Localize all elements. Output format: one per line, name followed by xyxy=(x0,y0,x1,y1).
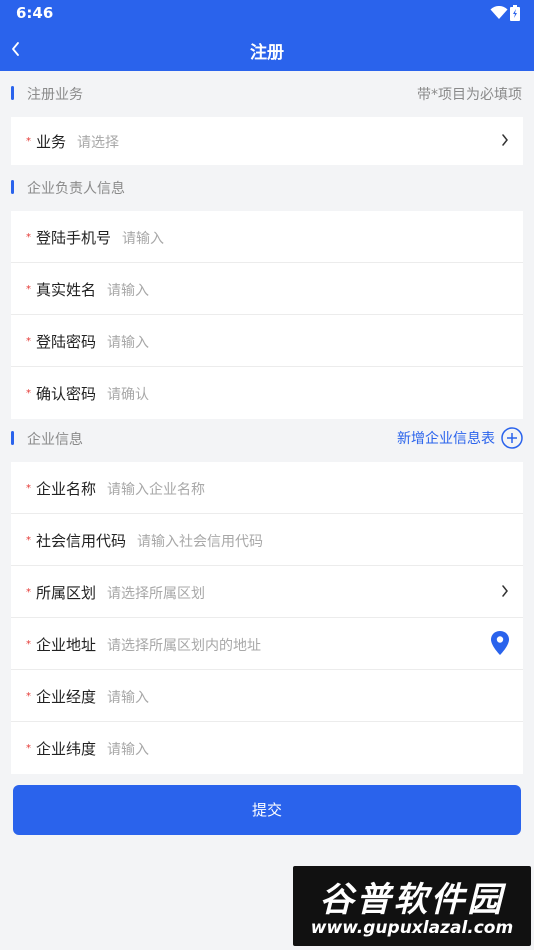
company-info-card: * 企业名称 请输入企业名称 * 社会信用代码 请输入社会信用代码 * 所属区划… xyxy=(11,462,523,774)
field-label: 真实姓名 xyxy=(36,281,97,299)
realname-input[interactable]: 请输入 xyxy=(107,280,149,300)
field-label: 企业名称 xyxy=(36,480,97,498)
longitude-row[interactable]: * 企业经度 请输入 xyxy=(11,670,523,722)
credit-code-input[interactable]: 请输入社会信用代码 xyxy=(137,531,263,551)
field-label: 企业地址 xyxy=(36,636,97,654)
owner-info-card: * 登陆手机号 请输入 * 真实姓名 请输入 * 登陆密码 请输入 * 确认密码… xyxy=(11,211,523,419)
section-title: 注册业务 xyxy=(27,87,83,103)
credit-code-row[interactable]: * 社会信用代码 请输入社会信用代码 xyxy=(11,514,523,566)
region-row[interactable]: * 所属区划 请选择所属区划 xyxy=(11,566,523,618)
required-mark: * xyxy=(26,284,31,295)
chevron-right-icon xyxy=(502,134,508,146)
field-label: 所属区划 xyxy=(36,584,97,602)
field-label: 确认密码 xyxy=(36,385,97,403)
field-label: 社会信用代码 xyxy=(36,532,127,550)
add-company-form-link[interactable]: 新增企业信息表 xyxy=(397,425,523,451)
business-select-row[interactable]: * 业务 请选择 xyxy=(11,117,523,165)
location-pin-icon[interactable] xyxy=(490,630,510,656)
watermark-url: www.gupuxlazal.com xyxy=(310,918,514,938)
realname-row[interactable]: * 真实姓名 请输入 xyxy=(11,263,523,315)
status-time: 6:46 xyxy=(16,4,54,22)
password-input[interactable]: 请输入 xyxy=(107,332,149,352)
address-row[interactable]: * 企业地址 请选择所属区划内的地址 xyxy=(11,618,523,670)
watermark-title: 谷普软件园 xyxy=(319,880,505,920)
required-mark: * xyxy=(26,691,31,702)
section-header-company: 企业信息 新增企业信息表 xyxy=(0,416,534,462)
latitude-input[interactable]: 请输入 xyxy=(107,739,149,759)
password-row[interactable]: * 登陆密码 请输入 xyxy=(11,315,523,367)
required-mark: * xyxy=(26,743,31,754)
battery-icon xyxy=(510,5,520,21)
field-label: 登陆手机号 xyxy=(36,229,112,247)
required-mark: * xyxy=(26,388,31,399)
wifi-icon xyxy=(490,6,508,19)
page-title: 注册 xyxy=(250,43,284,63)
submit-button[interactable]: 提交 xyxy=(13,785,521,835)
required-mark: * xyxy=(26,336,31,347)
chevron-right-icon xyxy=(502,585,508,597)
confirm-password-row[interactable]: * 确认密码 请确认 xyxy=(11,367,523,419)
required-mark: * xyxy=(26,232,31,243)
plus-circle-icon[interactable] xyxy=(501,427,523,449)
confirm-password-input[interactable]: 请确认 xyxy=(107,384,149,404)
required-mark: * xyxy=(26,136,31,147)
section-title: 企业负责人信息 xyxy=(27,181,125,197)
company-name-row[interactable]: * 企业名称 请输入企业名称 xyxy=(11,462,523,514)
field-label: 业务 xyxy=(36,133,67,151)
status-bar: 6:46 xyxy=(0,0,534,27)
phone-row[interactable]: * 登陆手机号 请输入 xyxy=(11,211,523,263)
required-mark: * xyxy=(26,587,31,598)
section-accent-bar xyxy=(11,180,14,194)
company-name-input[interactable]: 请输入企业名称 xyxy=(107,479,205,499)
watermark-logo: 谷普软件园 www.gupuxlazal.com xyxy=(293,866,531,946)
required-hint: 带*项目为必填项 xyxy=(417,87,522,103)
add-company-label[interactable]: 新增企业信息表 xyxy=(397,428,495,448)
required-mark: * xyxy=(26,483,31,494)
field-label: 企业纬度 xyxy=(36,740,97,758)
required-mark: * xyxy=(26,535,31,546)
business-card: * 业务 请选择 xyxy=(11,117,523,165)
required-mark: * xyxy=(26,639,31,650)
section-header-business: 注册业务 带*项目为必填项 xyxy=(0,71,534,117)
phone-input[interactable]: 请输入 xyxy=(122,228,164,248)
nav-bar: 注册 xyxy=(0,27,534,71)
section-header-owner: 企业负责人信息 xyxy=(0,165,534,211)
address-input[interactable]: 请选择所属区划内的地址 xyxy=(107,635,261,655)
section-title: 企业信息 xyxy=(27,432,83,448)
business-select[interactable]: 请选择 xyxy=(77,132,119,152)
section-accent-bar xyxy=(11,86,14,100)
field-label: 企业经度 xyxy=(36,688,97,706)
region-select[interactable]: 请选择所属区划 xyxy=(107,583,205,603)
field-label: 登陆密码 xyxy=(36,333,97,351)
latitude-row[interactable]: * 企业纬度 请输入 xyxy=(11,722,523,774)
section-accent-bar xyxy=(11,431,14,445)
longitude-input[interactable]: 请输入 xyxy=(107,687,149,707)
